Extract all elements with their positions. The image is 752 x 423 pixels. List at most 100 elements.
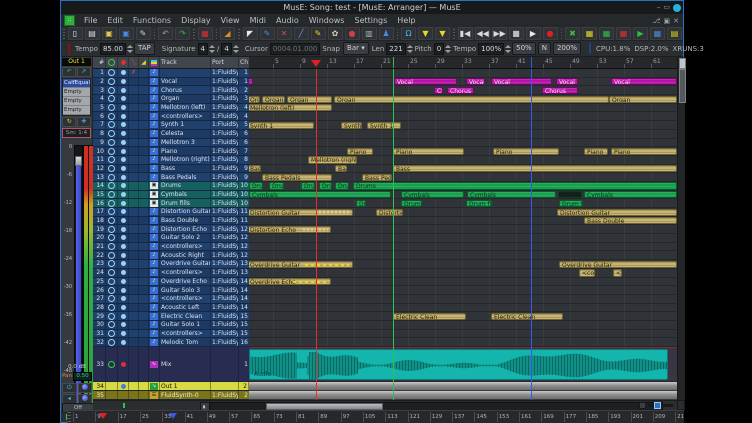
- record-arm-button[interactable]: [106, 95, 118, 103]
- part-drum[interactable]: Drum: [335, 182, 349, 189]
- tempo-50-button[interactable]: 50%: [512, 42, 536, 55]
- track-lane[interactable]: [249, 304, 677, 313]
- tempo-input[interactable]: 85.00: [100, 43, 126, 55]
- track-row[interactable]: 29♪Electric Clean1:FluidSyn15: [93, 312, 249, 321]
- part-cymbals[interactable]: Cymbals: [467, 191, 556, 198]
- rack-slot[interactable]: Empty: [63, 97, 90, 106]
- menu-midi[interactable]: Midi: [245, 16, 271, 25]
- horizontal-scrollbar[interactable]: ▖: [93, 400, 677, 410]
- monitor-button[interactable]: [118, 234, 129, 242]
- navigator-grip[interactable]: [67, 412, 71, 422]
- toolbar-grip[interactable]: [193, 29, 195, 39]
- monitor-button[interactable]: [118, 278, 129, 286]
- playhead-marker[interactable]: [311, 60, 321, 67]
- arranger-canvas[interactable]: VocalVocalVocalVocalVocalChorusChorusCho…: [249, 69, 677, 400]
- part-organ[interactable]: Organ: [287, 96, 332, 103]
- restore-button[interactable]: ▭: [663, 1, 670, 14]
- record-arm-button[interactable]: [106, 312, 118, 320]
- undo-button[interactable]: ↶: [158, 27, 173, 40]
- mixer-1-button[interactable]: ✖: [565, 27, 580, 40]
- minimize-button[interactable]: –: [657, 1, 661, 14]
- track-row[interactable]: 31♪<controllers>1:FluidSyn15: [93, 330, 249, 339]
- toolbar-grip[interactable]: [453, 29, 455, 39]
- loop-button[interactable]: Ω: [401, 27, 416, 40]
- timeline-ruler[interactable]: 591317212529333741454953576165: [249, 57, 677, 69]
- solo-button[interactable]: [139, 156, 149, 164]
- toolbar-grip[interactable]: [561, 29, 563, 39]
- solo-button[interactable]: [139, 260, 149, 268]
- forward-button[interactable]: ▶▶: [492, 27, 507, 40]
- tempo-normal-button[interactable]: N: [538, 42, 551, 55]
- track-lane[interactable]: [249, 295, 677, 304]
- record-arm-button[interactable]: [106, 304, 118, 312]
- part-piano[interactable]: Piano: [347, 148, 373, 155]
- len-spinner[interactable]: [407, 44, 413, 54]
- glue-tool[interactable]: ▥: [362, 27, 377, 40]
- track-row[interactable]: 5♪Mellotron (left)1:FluidSyn4: [93, 104, 249, 113]
- tempo-list-icon[interactable]: [68, 43, 70, 55]
- menu-settings[interactable]: Settings: [349, 16, 392, 25]
- solo-button[interactable]: [139, 86, 149, 94]
- len-input[interactable]: 221: [386, 43, 405, 55]
- monitor-button[interactable]: [118, 199, 129, 207]
- record-arm-button[interactable]: [106, 86, 118, 94]
- monitor-button[interactable]: [118, 112, 129, 120]
- track-lane[interactable]: [249, 234, 677, 243]
- menu-view[interactable]: View: [216, 16, 245, 25]
- part-electric-clean[interactable]: Electric Clean: [393, 313, 466, 320]
- track-row[interactable]: 14▣Drums1:FluidSyn10: [93, 182, 249, 191]
- record-arm-button[interactable]: [106, 295, 118, 303]
- record-arm-button[interactable]: [106, 243, 118, 251]
- part-overdrive-guitar[interactable]: Overdrive Guitar: [249, 261, 353, 268]
- solo-button[interactable]: [139, 69, 149, 77]
- monitor-button[interactable]: [118, 121, 129, 129]
- track-row[interactable]: 2♪Vocal1:FluidSyn1: [93, 78, 249, 87]
- solo-button[interactable]: [139, 347, 149, 381]
- track-lane[interactable]: [249, 286, 677, 295]
- part-overdrive-guitar[interactable]: Overdrive Guitar: [559, 261, 677, 268]
- power-button[interactable]: ⏻: [62, 383, 77, 393]
- solo-button[interactable]: [139, 104, 149, 112]
- mdi-restore-button[interactable]: ▣: [664, 17, 671, 25]
- record-arm-button[interactable]: [106, 278, 118, 286]
- record-arm-button[interactable]: [106, 139, 118, 147]
- vscroll-top-button[interactable]: [679, 58, 686, 69]
- record-arm-button[interactable]: [106, 112, 118, 120]
- monitor-button[interactable]: [118, 208, 129, 216]
- solo-button[interactable]: [139, 321, 149, 329]
- redo-button[interactable]: ↷: [175, 27, 190, 40]
- part-bass-pedals[interactable]: Bass Pedals: [362, 174, 392, 181]
- part-drum[interactable]: Drum: [319, 182, 332, 189]
- part-bass-double[interactable]: Bass Double: [584, 217, 677, 224]
- part-drum[interactable]: Drum: [301, 182, 315, 189]
- track-row[interactable]: 15▣Cymbals1:FluidSyn10: [93, 191, 249, 200]
- track-row[interactable]: 4♪Organ1:FluidSyn3: [93, 95, 249, 104]
- mute-button[interactable]: [129, 278, 139, 286]
- mute-button[interactable]: [129, 139, 139, 147]
- track-row[interactable]: 13♪Bass Pedals1:FluidSyn9: [93, 173, 249, 182]
- monitor-button[interactable]: [118, 139, 129, 147]
- track-lane[interactable]: [249, 112, 677, 121]
- record-arm-button[interactable]: [106, 382, 118, 390]
- mute-button[interactable]: [129, 173, 139, 181]
- tempo-scale-spinner[interactable]: [505, 44, 511, 54]
- monitor-button[interactable]: [118, 243, 129, 251]
- solo-button[interactable]: [139, 78, 149, 86]
- record-arm-button[interactable]: [106, 121, 118, 129]
- vscroll-handle[interactable]: [679, 69, 686, 103]
- track-row[interactable]: 12♪Bass1:FluidSyn9: [93, 165, 249, 174]
- toolbar-grip[interactable]: [216, 29, 218, 39]
- part-drum-fills[interactable]: Drum fills: [559, 200, 583, 207]
- zoom-knob[interactable]: [654, 402, 661, 409]
- part-vocal[interactable]: Vocal: [611, 78, 677, 85]
- solo-button[interactable]: [139, 304, 149, 312]
- track-lane[interactable]: [249, 382, 677, 391]
- part-chorus[interactable]: Chorus: [447, 87, 474, 94]
- part-drum[interactable]: Drum: [269, 182, 284, 189]
- monitor-button[interactable]: [118, 225, 129, 233]
- monitor-button[interactable]: [118, 260, 129, 268]
- route-output-icon[interactable]: ✚: [77, 117, 91, 127]
- solo-button[interactable]: [139, 130, 149, 138]
- pointer-tool[interactable]: ◤: [243, 27, 258, 40]
- track-lane[interactable]: [249, 199, 677, 208]
